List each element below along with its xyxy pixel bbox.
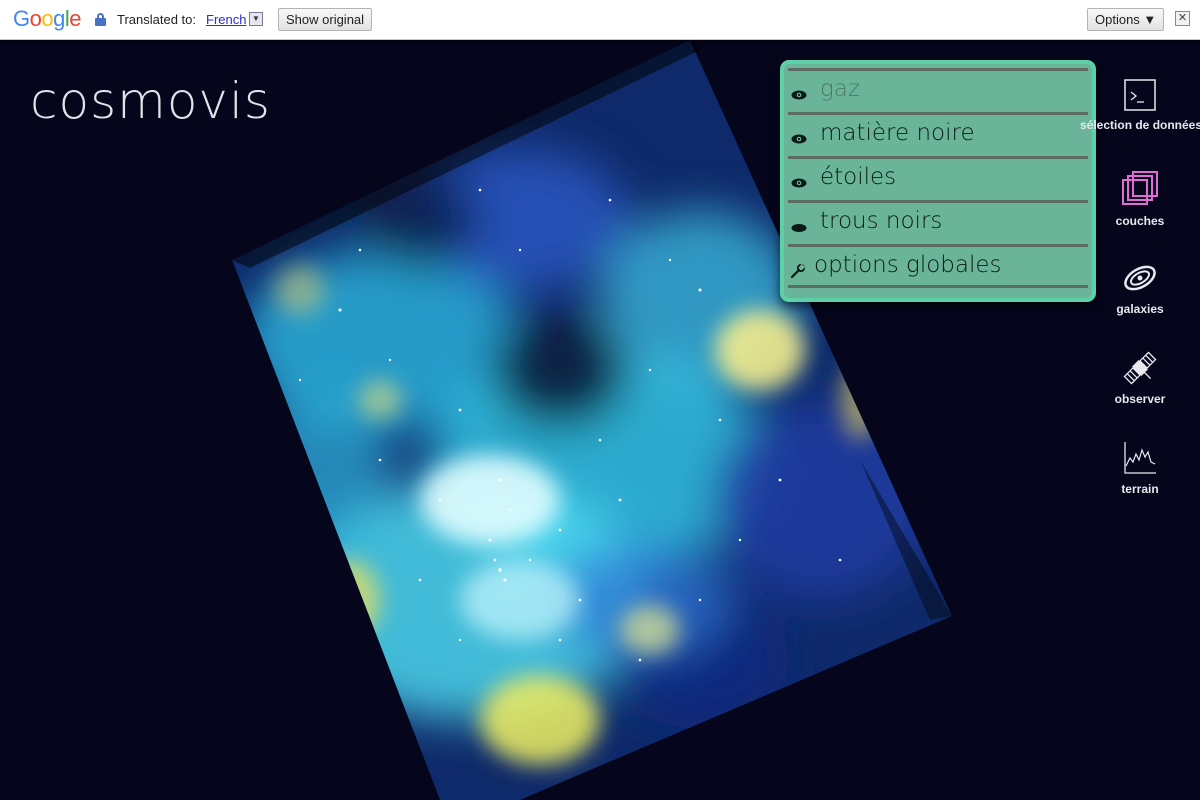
layer-item-global-options[interactable]: options globales xyxy=(788,244,1088,288)
lock-icon xyxy=(95,13,106,26)
eye-closed-icon[interactable] xyxy=(791,222,807,232)
toolbar-item-observer[interactable]: observer xyxy=(1080,350,1200,406)
terrain-icon xyxy=(1124,442,1156,474)
language-dropdown-icon[interactable]: ▼ xyxy=(249,12,263,26)
layer-item-gas[interactable]: gaz xyxy=(788,68,1088,112)
eye-icon[interactable] xyxy=(791,178,807,188)
language-link[interactable]: French xyxy=(206,12,246,27)
translated-to-label: Translated to: xyxy=(117,12,197,27)
galaxy-icon xyxy=(1124,265,1156,291)
toolbar-item-terrain[interactable]: terrain xyxy=(1080,440,1200,496)
toolbar-label: terrain xyxy=(1121,482,1159,496)
toolbar-label: couches xyxy=(1115,214,1165,228)
eye-icon[interactable] xyxy=(791,134,807,144)
app-title: cosmovis xyxy=(30,72,271,130)
layer-panel: gaz matière noire étoiles trous noirs op… xyxy=(780,60,1096,302)
layer-label: options globales xyxy=(814,252,1002,278)
layer-label: matière noire xyxy=(820,120,975,146)
options-button[interactable]: Options ▼ xyxy=(1087,8,1165,31)
toolbar-label: sélection de données xyxy=(1080,118,1200,132)
layer-item-black-holes[interactable]: trous noirs xyxy=(788,200,1088,244)
toolbar-item-layers[interactable]: couches xyxy=(1080,170,1200,228)
close-icon[interactable]: ✕ xyxy=(1175,11,1190,26)
toolbar-label: galaxies xyxy=(1116,302,1164,316)
toolbar-item-data-selection[interactable]: sélection de données xyxy=(1080,78,1200,132)
translate-bar: Google Translated to: French ▼ Show orig… xyxy=(0,0,1200,40)
show-original-button[interactable]: Show original xyxy=(278,8,373,31)
terminal-icon xyxy=(1124,79,1156,111)
wrench-icon[interactable] xyxy=(790,263,806,279)
layer-label: gaz xyxy=(820,76,860,102)
layer-label: étoiles xyxy=(820,164,897,190)
layer-label: trous noirs xyxy=(820,208,943,234)
satellite-icon xyxy=(1123,351,1157,385)
toolbar-label: observer xyxy=(1114,392,1166,406)
layer-item-dark-matter[interactable]: matière noire xyxy=(788,112,1088,156)
layer-item-stars[interactable]: étoiles xyxy=(788,156,1088,200)
toolbar-item-galaxies[interactable]: galaxies xyxy=(1080,260,1200,316)
layers-icon xyxy=(1122,171,1158,205)
google-logo[interactable]: Google xyxy=(13,6,82,32)
eye-icon[interactable] xyxy=(791,90,807,100)
